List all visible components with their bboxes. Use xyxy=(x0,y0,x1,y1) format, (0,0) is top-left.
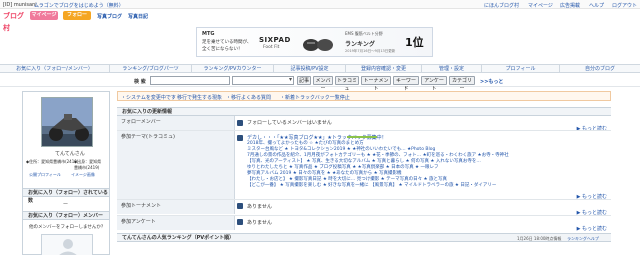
notice-item-1[interactable]: ・システムを変更中です xyxy=(121,94,176,101)
search-tournament-button[interactable]: トーナメント xyxy=(361,76,391,92)
mypage-link[interactable]: マイページ xyxy=(528,2,553,9)
photoblog-link[interactable]: 写真ブログ xyxy=(97,13,122,20)
row-value-tournament: ありません xyxy=(247,204,272,210)
follow-prompt: 他のメンバーをフォローしませんか？ xyxy=(29,225,106,230)
tab-post-pv[interactable]: 記事投稿/PV設定 xyxy=(274,65,346,73)
ad-product-sub: Foot Fit xyxy=(263,45,280,50)
follow-button[interactable]: フォロー xyxy=(63,11,91,20)
main-content: ・システムを変更中です ・移行で発生する現象 ・移行よくある質問 ・新着トラック… xyxy=(117,91,611,255)
profile-sidebar: てんてんさん ◆住所：愛知県豊橋市(2419) ◆出身：愛知県 豊橋市(2419… xyxy=(22,91,110,255)
row-label-tournament: 参加トーナメント xyxy=(117,200,235,214)
ranking-help-link[interactable]: ランキングヘルプ xyxy=(567,236,599,242)
mypage-button[interactable]: マイページ xyxy=(30,11,58,20)
ad-text-2: 全く苦にならない！ xyxy=(202,47,243,52)
tab-profile[interactable]: プロフィール xyxy=(482,65,560,73)
tournament-toggle-icon[interactable] xyxy=(237,203,243,209)
tab-settings[interactable]: 管理・設定 xyxy=(422,65,482,73)
search-member-button[interactable]: メンバー xyxy=(313,76,333,92)
search-row: 検 索 記事 メンバー トラコミュ トーナメント キーワード アンケート カテゴ… xyxy=(0,75,640,92)
updates-header: お気に入りの更新情報 xyxy=(117,107,611,116)
image-link[interactable]: イメージ画像 xyxy=(71,172,95,178)
row-label-themes: 参加テーマ(トラコミュ) xyxy=(117,131,235,199)
tab-my-blog[interactable]: 自分のブログ xyxy=(560,65,640,73)
theme-line[interactable]: 【どこが一番】 ★ 写真撮影を楽しむ ★ 好きな写真を一緒に 【風景写真】 ★ … xyxy=(247,182,496,189)
tab-follow[interactable]: お気に入り（フォロー/メンバー） xyxy=(0,65,110,73)
theme-new-indicator xyxy=(347,136,377,138)
ad-product: SIXPAD xyxy=(259,36,291,44)
follow-toggle-icon[interactable] xyxy=(237,120,243,126)
tab-pv-counter[interactable]: ランキング/PVカウンター xyxy=(192,65,274,73)
tab-registration[interactable]: 登録内容確認・変更 xyxy=(346,65,422,73)
main-tabs: お気に入り（フォロー/メンバー） ランキング/ブログパーツ ランキング/PVカウ… xyxy=(0,64,640,73)
ad-link[interactable]: 広告掲載 xyxy=(560,2,580,9)
notice-item-2[interactable]: ・移行で発生する現象 xyxy=(172,94,222,101)
ad-rank-label: ランキング xyxy=(345,41,375,48)
row-label-survey: 参加アンケート xyxy=(117,216,235,230)
search-survey-button[interactable]: アンケート xyxy=(421,76,447,92)
ranking-date: 1月26日 18:00時点情報 xyxy=(517,236,562,241)
site-logo[interactable]: ブログ村 xyxy=(3,10,27,32)
survey-toggle-icon[interactable] xyxy=(237,219,243,225)
help-link[interactable]: ヘルプ xyxy=(589,2,604,9)
ad-brand: MTG xyxy=(202,31,215,37)
logout-link[interactable]: ログアウト xyxy=(612,2,637,9)
search-category-button[interactable]: カテゴリー xyxy=(449,76,475,92)
following-members-header: お気に入り（フォロー）メンバー xyxy=(23,211,109,220)
murago-link[interactable]: ムラゴンでブログをはじめよう（無料） xyxy=(34,2,124,9)
photodiary-link[interactable]: 写真日記 xyxy=(128,13,148,20)
themes-toggle-icon[interactable] xyxy=(237,135,243,141)
top-bar: [ID] munisani ムラゴンでブログをはじめよう（無料） にほんブログ村… xyxy=(0,0,640,9)
profile-photo[interactable] xyxy=(41,97,93,147)
followers-count-header: お気に入り（フォロー）されている数 xyxy=(23,188,109,204)
row-label-follow: フォローメンバー xyxy=(117,116,235,130)
search-label: 検 索 xyxy=(134,79,146,85)
search-tracommu-button[interactable]: トラコミュ xyxy=(335,76,359,92)
ad-rank-value: 1位 xyxy=(405,36,424,49)
profile-detail-1: ◆住所：愛知県豊橋市(2419) xyxy=(26,159,79,164)
user-id: [ID] munisani xyxy=(3,2,37,8)
search-input[interactable] xyxy=(150,76,230,85)
notice-bar: ・システムを変更中です ・移行で発生する現象 ・移行よくある質問 ・新着トラック… xyxy=(117,91,611,101)
ad-product-label: EMS 腹筋ベルト分野 xyxy=(345,31,383,36)
notice-item-4[interactable]: ・新着トラックバック一覧停止 xyxy=(280,94,350,101)
followers-count-value: ー xyxy=(63,202,69,208)
ad-text-1: 足を乗せている時間が、 xyxy=(202,40,252,45)
tab-ranking-parts[interactable]: ランキング/ブログパーツ xyxy=(110,65,192,73)
ad-banner[interactable]: MTG 足を乗せている時間が、 全く苦にならない！ SIXPAD Foot Fi… xyxy=(196,27,433,57)
search-more-link[interactable]: >>もっと xyxy=(480,78,503,85)
blogmura-link[interactable]: にほんブログ村 xyxy=(484,2,519,9)
ad-rank-note: 2019年7月16日〜9月13日更新 xyxy=(345,49,396,53)
profile-name: てんてんさん xyxy=(55,151,85,157)
search-select[interactable] xyxy=(232,76,294,85)
survey-more-link[interactable]: ▶ もっと読む xyxy=(577,225,607,232)
profile-detail-2: 豊橋市(2419) xyxy=(74,165,100,170)
public-profile-link[interactable]: 公開プロフィール xyxy=(29,172,61,178)
product-image xyxy=(297,31,337,55)
row-value-follow: フォローしているメンバーはいません xyxy=(247,120,332,126)
avatar-placeholder xyxy=(41,234,93,255)
notice-item-3[interactable]: ・移行よくある質問 xyxy=(226,94,271,101)
search-article-button[interactable]: 記事 xyxy=(297,76,311,85)
row-value-survey: ありません xyxy=(247,220,272,226)
search-keyword-button[interactable]: キーワード xyxy=(393,76,419,92)
